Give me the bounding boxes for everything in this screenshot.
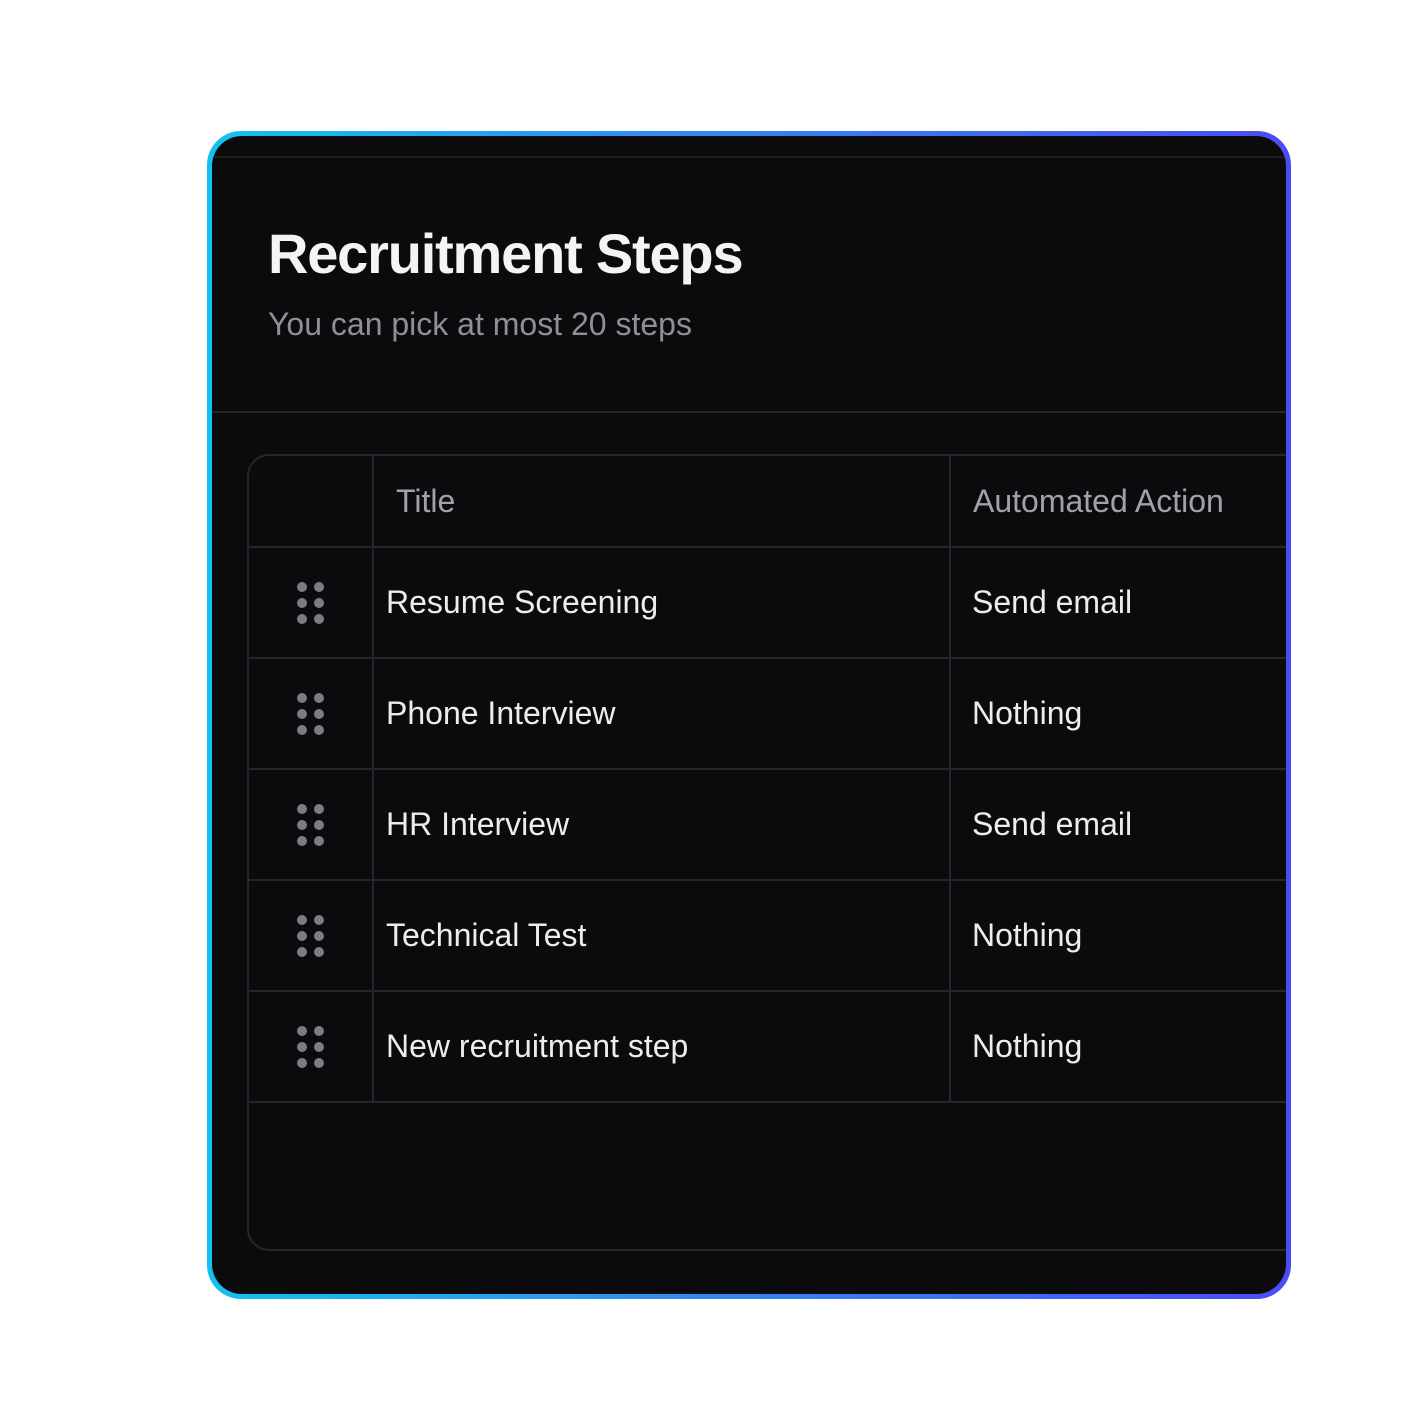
automated-action-cell[interactable]: Send email <box>950 769 1286 881</box>
drag-handle-icon[interactable] <box>297 581 324 624</box>
grip-dot <box>314 803 324 814</box>
automated-action-cell[interactable]: Send email <box>950 547 1286 659</box>
grip-dot <box>297 1041 307 1052</box>
step-title-cell[interactable]: New recruitment step <box>373 991 951 1103</box>
table-row[interactable]: HR Interview Send email <box>249 769 1286 881</box>
drag-handle-icon[interactable] <box>297 803 324 846</box>
column-header-title[interactable]: Title <box>373 456 951 548</box>
grip-dot <box>297 708 307 719</box>
step-title-cell[interactable]: Resume Screening <box>373 547 951 659</box>
drag-handle-icon[interactable] <box>297 914 324 957</box>
grip-dot <box>314 1025 324 1036</box>
recruitment-steps-panel: Recruitment Steps You can pick at most 2… <box>212 136 1286 1294</box>
grip-dot <box>314 835 324 846</box>
step-title-cell[interactable]: Technical Test <box>373 880 951 992</box>
grip-dot <box>297 930 307 941</box>
grip-dot <box>314 946 324 957</box>
grip-dot <box>314 1057 324 1068</box>
table-row[interactable]: Technical Test Nothing <box>249 880 1286 992</box>
grip-dot <box>314 914 324 925</box>
header-divider <box>212 411 1286 413</box>
steps-table-container: Title Automated Action Resume Screening … <box>247 454 1286 1251</box>
grip-dot <box>297 597 307 608</box>
grip-dot <box>297 692 307 703</box>
drag-handle[interactable] <box>249 991 374 1103</box>
page-title: Recruitment Steps <box>268 222 744 285</box>
grip-dot <box>297 1057 307 1068</box>
drag-handle[interactable] <box>249 880 374 992</box>
drag-handle-icon[interactable] <box>297 1025 324 1068</box>
grip-dot <box>314 613 324 624</box>
gradient-border-frame: Recruitment Steps You can pick at most 2… <box>207 131 1291 1299</box>
grip-dot <box>297 613 307 624</box>
grip-dot <box>314 692 324 703</box>
automated-action-cell[interactable]: Nothing <box>950 880 1286 992</box>
automated-action-cell[interactable]: Nothing <box>950 658 1286 770</box>
step-title-cell[interactable]: HR Interview <box>373 769 951 881</box>
column-header-automated-action[interactable]: Automated Action <box>950 456 1286 548</box>
step-title-cell[interactable]: Phone Interview <box>373 658 951 770</box>
drag-handle-icon[interactable] <box>297 692 324 735</box>
steps-table: Title Automated Action Resume Screening … <box>249 456 1286 1103</box>
table-header-row: Title Automated Action <box>249 456 1286 548</box>
drag-handle[interactable] <box>249 547 374 659</box>
drag-handle[interactable] <box>249 658 374 770</box>
grip-dot <box>297 914 307 925</box>
grip-dot <box>297 803 307 814</box>
grip-dot <box>297 581 307 592</box>
panel-top-edge <box>212 156 1286 158</box>
column-header-handle <box>249 456 374 548</box>
grip-dot <box>314 708 324 719</box>
grip-dot <box>297 1025 307 1036</box>
grip-dot <box>297 819 307 830</box>
page-subtitle: You can pick at most 20 steps <box>268 306 692 342</box>
grip-dot <box>314 597 324 608</box>
grip-dot <box>314 1041 324 1052</box>
automated-action-cell[interactable]: Nothing <box>950 991 1286 1103</box>
grip-dot <box>314 930 324 941</box>
drag-handle[interactable] <box>249 769 374 881</box>
table-row[interactable]: Phone Interview Nothing <box>249 658 1286 770</box>
panel-header: Recruitment Steps You can pick at most 2… <box>268 222 744 342</box>
grip-dot <box>297 724 307 735</box>
grip-dot <box>314 819 324 830</box>
grip-dot <box>314 581 324 592</box>
grip-dot <box>297 946 307 957</box>
grip-dot <box>297 835 307 846</box>
grip-dot <box>314 724 324 735</box>
table-row[interactable]: New recruitment step Nothing <box>249 991 1286 1103</box>
table-row[interactable]: Resume Screening Send email <box>249 547 1286 659</box>
